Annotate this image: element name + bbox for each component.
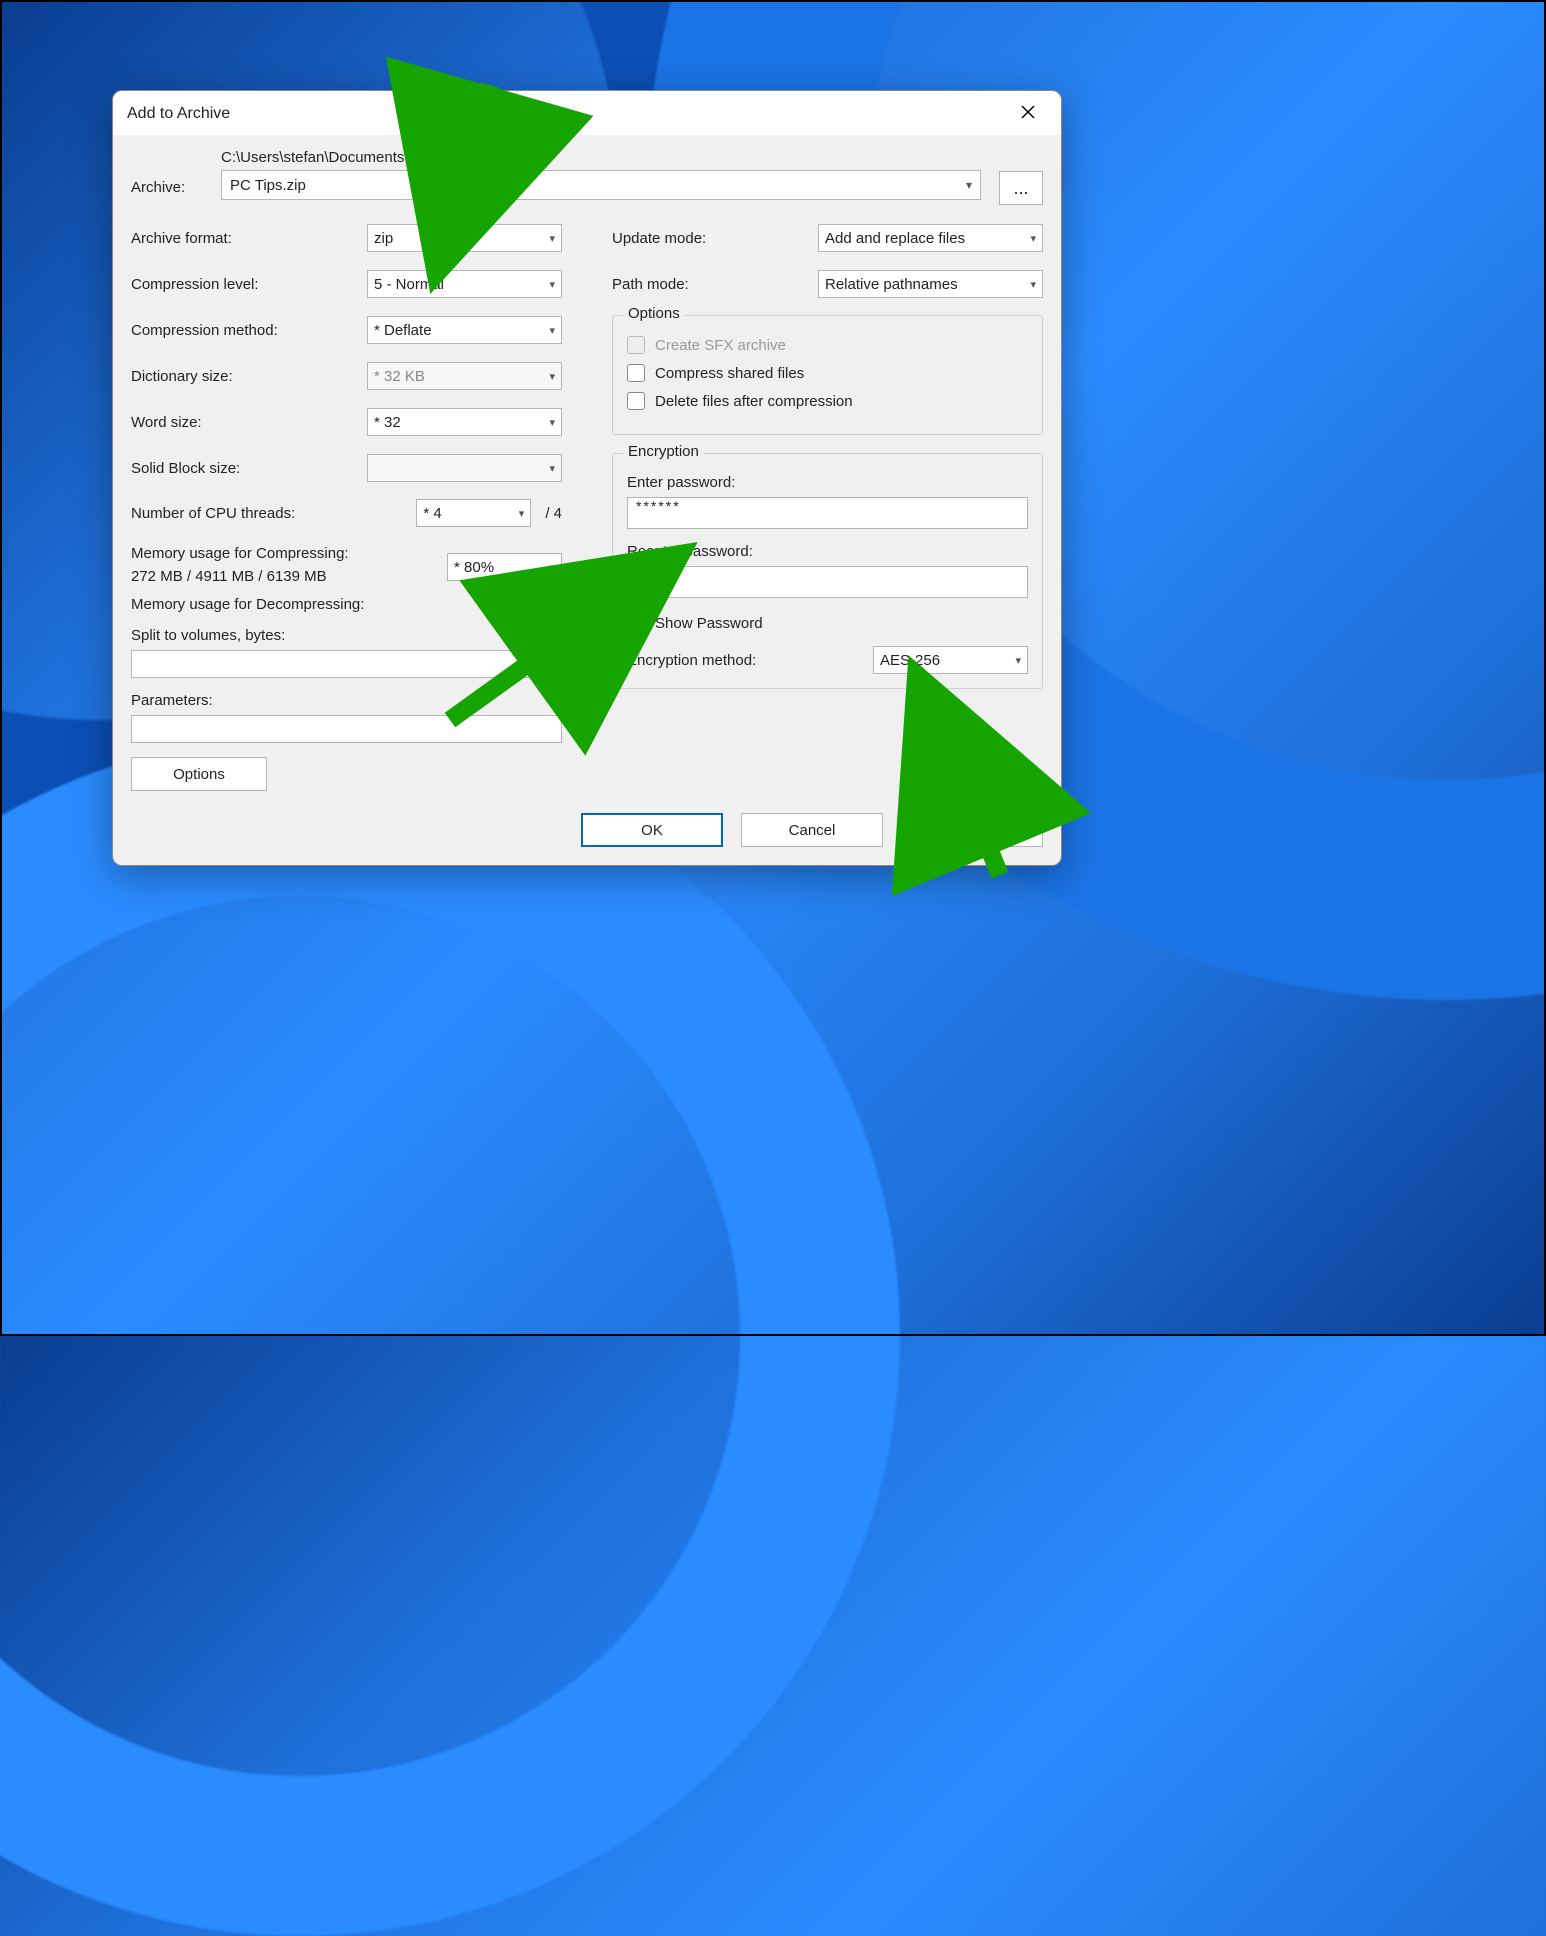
dictionary-size-label: Dictionary size: (131, 368, 367, 385)
chevron-down-icon: ▾ (549, 561, 555, 574)
browse-button-label: ... (1013, 178, 1028, 199)
word-size-select[interactable]: * 32 ▾ (367, 408, 562, 436)
archive-format-select[interactable]: zip ▾ (367, 224, 562, 252)
enter-password-label: Enter password: (627, 474, 1028, 491)
chevron-down-icon: ▾ (549, 324, 555, 337)
close-button[interactable] (1009, 99, 1047, 129)
compression-method-select[interactable]: * Deflate ▾ (367, 316, 562, 344)
chevron-down-icon: ▾ (1015, 654, 1021, 667)
mem-compress-values: 272 MB / 4911 MB / 6139 MB (131, 566, 349, 589)
mem-decompress-label: Memory usage for Decompressing: (131, 596, 364, 613)
parameters-label: Parameters: (131, 692, 562, 709)
browse-button[interactable]: ... (999, 171, 1043, 205)
split-volumes-label: Split to volumes, bytes: (131, 627, 562, 644)
chevron-down-icon: ▾ (1030, 278, 1036, 291)
dictionary-size-value: * 32 KB (374, 368, 425, 385)
update-mode-select[interactable]: Add and replace files ▾ (818, 224, 1043, 252)
path-mode-select[interactable]: Relative pathnames ▾ (818, 270, 1043, 298)
chevron-down-icon: ▾ (549, 278, 555, 291)
reenter-password-value: ****** (636, 567, 681, 583)
split-volumes-select[interactable]: ▾ (131, 650, 562, 678)
word-size-label: Word size: (131, 414, 367, 431)
compression-level-value: 5 - Normal (374, 276, 444, 293)
word-size-value: * 32 (374, 414, 401, 431)
options-group: Options Create SFX archive Compress shar… (612, 315, 1043, 435)
add-to-archive-dialog: Add to Archive Archive: C:\Users\stefan\… (112, 90, 1062, 866)
archive-format-value: zip (374, 230, 393, 247)
chevron-down-icon: ▾ (519, 507, 525, 520)
chevron-down-icon: ▾ (1030, 232, 1036, 245)
chevron-down-icon: ▾ (549, 232, 555, 245)
encryption-method-label: Encryption method: (627, 652, 756, 669)
cpu-threads-select[interactable]: * 4 ▾ (416, 499, 531, 527)
chevron-down-icon: ▾ (966, 178, 972, 192)
archive-format-label: Archive format: (131, 230, 367, 247)
archive-filename-value: PC Tips.zip (230, 177, 306, 194)
chevron-down-icon: ▾ (549, 462, 555, 475)
encryption-legend: Encryption (623, 443, 704, 460)
solid-block-size-label: Solid Block size: (131, 460, 367, 477)
enter-password-value: ****** (636, 498, 681, 514)
mem-compress-pct-value: * 80% (454, 559, 494, 576)
archive-filename-combo[interactable]: PC Tips.zip ▾ (221, 170, 981, 200)
compression-level-select[interactable]: 5 - Normal ▾ (367, 270, 562, 298)
cpu-threads-value: * 4 (423, 505, 441, 522)
archive-label: Archive: (131, 149, 203, 196)
cancel-button[interactable]: Cancel (741, 813, 883, 847)
dictionary-size-select[interactable]: * 32 KB ▾ (367, 362, 562, 390)
show-password-checkbox[interactable] (627, 614, 645, 632)
chevron-down-icon: ▾ (547, 655, 555, 673)
help-button-label: Help (957, 822, 988, 839)
compress-shared-label: Compress shared files (655, 365, 804, 382)
path-mode-value: Relative pathnames (825, 276, 958, 293)
options-legend: Options (623, 305, 685, 322)
mem-decompress-value: 2 MB (527, 596, 562, 613)
update-mode-value: Add and replace files (825, 230, 965, 247)
path-mode-label: Path mode: (612, 276, 818, 293)
ok-button-label: OK (641, 822, 663, 839)
cpu-threads-total: / 4 (545, 505, 562, 522)
encryption-group: Encryption Enter password: ****** Reente… (612, 453, 1043, 689)
compression-method-value: * Deflate (374, 322, 432, 339)
update-mode-label: Update mode: (612, 230, 818, 247)
show-password-label: Show Password (655, 615, 763, 632)
create-sfx-checkbox (627, 336, 645, 354)
options-button[interactable]: Options (131, 757, 267, 791)
create-sfx-label: Create SFX archive (655, 337, 786, 354)
reenter-password-label: Reenter password: (627, 543, 1028, 560)
reenter-password-input[interactable]: ****** (627, 566, 1028, 598)
cpu-threads-label: Number of CPU threads: (131, 505, 416, 522)
chevron-down-icon: ▾ (549, 370, 555, 383)
archive-path: C:\Users\stefan\Documents\ (221, 149, 981, 166)
encryption-method-value: AES-256 (880, 652, 940, 669)
close-icon (1020, 104, 1036, 124)
enter-password-input[interactable]: ****** (627, 497, 1028, 529)
parameters-input[interactable] (131, 715, 562, 743)
cancel-button-label: Cancel (789, 822, 836, 839)
ok-button[interactable]: OK (581, 813, 723, 847)
mem-compress-pct-select[interactable]: * 80% ▾ (447, 553, 562, 581)
window-title: Add to Archive (127, 105, 230, 123)
chevron-down-icon: ▾ (549, 416, 555, 429)
compression-level-label: Compression level: (131, 276, 367, 293)
delete-after-checkbox[interactable] (627, 392, 645, 410)
compress-shared-checkbox[interactable] (627, 364, 645, 382)
encryption-method-select[interactable]: AES-256 ▾ (873, 646, 1028, 674)
compression-method-label: Compression method: (131, 322, 367, 339)
mem-compress-label: Memory usage for Compressing: (131, 543, 349, 566)
solid-block-size-select: ▾ (367, 454, 562, 482)
titlebar: Add to Archive (113, 91, 1061, 135)
options-button-label: Options (173, 766, 225, 783)
delete-after-label: Delete files after compression (655, 393, 853, 410)
help-button[interactable]: Help (901, 813, 1043, 847)
